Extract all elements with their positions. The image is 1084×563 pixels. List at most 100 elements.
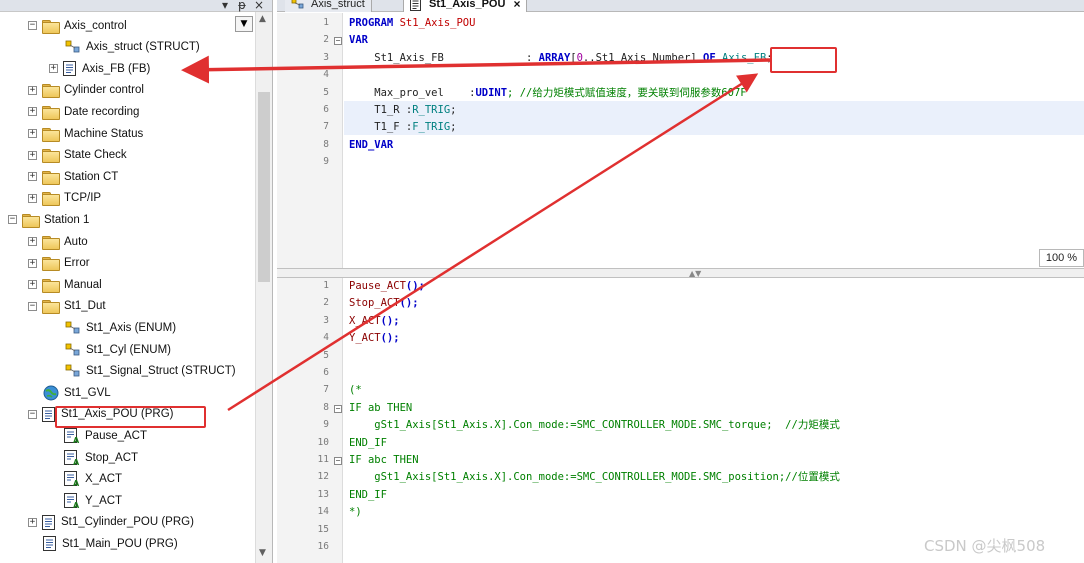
code-token: PROGRAM [349,17,400,29]
tree-item-label: Axis_control [64,19,127,32]
scroll-down-icon[interactable]: ▼ [259,548,266,558]
tree-item-date-recording[interactable]: + Date recording [28,101,139,122]
expand-icon[interactable]: + [28,237,37,246]
expand-icon[interactable]: + [49,64,58,74]
code-line[interactable]: IF abc THEN [349,452,419,469]
watermark: CSDN @尖枫508 [924,537,1046,555]
tree-item-axis-fb-fb[interactable]: + Axis_FB (FB) [49,58,150,79]
code-line[interactable]: gSt1_Axis[St1_Axis.X].Con_mode:=SMC_CONT… [349,469,840,486]
pane-dropdown-icon[interactable]: ▾ [222,0,228,12]
fold-toggle-icon[interactable]: − [334,37,342,46]
code-line[interactable]: Max_pro_vel :UDINT; //给力矩模式赋值速度，要关联到伺服参数… [349,85,747,102]
expand-icon[interactable]: + [28,172,37,182]
code-line[interactable]: END_VAR [349,137,393,154]
code-line[interactable]: *) [349,504,362,521]
collapse-icon[interactable]: − [8,215,17,225]
declaration-editor[interactable]: 1 2−3 4 5 6 7 8 9 PROGRAM St1_Axis_POU VAR St1_A… [277,13,1084,271]
fold-toggle-icon[interactable]: − [334,457,342,465]
tree-item-error[interactable]: + Error [28,253,90,274]
tree-scrollbar[interactable]: ▲ ▼ [255,12,272,563]
tree-item-state-check[interactable]: + State Check [28,145,127,166]
code-line[interactable]: Y_ACT(); [349,330,400,347]
tab-axis-struct[interactable]: Axis_struct [285,0,372,12]
tree-item-station-ct[interactable]: + Station CT [28,166,118,187]
code-line[interactable]: Stop_ACT(); [349,295,419,312]
expand-icon[interactable]: + [28,150,37,160]
tree-dropdown-button[interactable]: ▼ [235,16,253,32]
code-line[interactable]: T1_F :F_TRIG; [349,119,456,136]
expand-icon[interactable]: + [28,258,37,268]
tree-item-cylinder-control[interactable]: + Cylinder control [28,80,144,101]
code-line[interactable]: St1_Axis_FB : ARRAY[0..St1 Axis Number] … [349,50,772,67]
tree-item-y-act[interactable]: A Y_ACT [64,490,122,511]
tree-item-stop-act[interactable]: A Stop_ACT [64,447,138,468]
tree-item-machine-status[interactable]: + Machine Status [28,123,143,144]
expand-icon[interactable]: + [28,85,37,95]
code-token: IF abc THEN [349,454,419,466]
pane-close-icon[interactable]: × [254,0,264,12]
tree-item-pause-act[interactable]: A Pause_ACT [64,425,147,446]
tree-item-st1-dut[interactable]: − St1_Dut [28,296,106,317]
code-line[interactable]: gSt1_Axis[St1_Axis.X].Con_mode:=SMC_CONT… [349,417,840,434]
line-number: 3 [323,314,329,326]
expand-icon[interactable]: + [28,517,37,527]
tree-item-auto[interactable]: + Auto [28,231,88,252]
tree-item-st1-axis-enum[interactable]: St1_Axis (ENUM) [64,317,176,338]
tree-item-x-act[interactable]: A X_ACT [64,469,122,490]
code-token: ; //给力矩模式赋值速度，要关联到伺服参数607F [507,86,747,99]
line-number: 1 [323,17,329,28]
code-token: X_ACT [349,314,381,327]
tree-item-st1-main-pou-prg[interactable]: St1_Main_POU (PRG) [43,533,178,554]
line-number: 6 [323,367,329,378]
pin-icon[interactable]: ᵽ [238,0,246,12]
code-line[interactable]: VAR [349,32,368,49]
close-tab-icon[interactable]: × [513,0,520,11]
zoom-level[interactable]: 100 % [1039,249,1084,267]
tab-st1-axis-pou[interactable]: St1_Axis_POU × [403,0,528,12]
tab-label: St1_Axis_POU [429,0,506,10]
implementation-editor[interactable]: 1 2 3 4 5 6 7 8−9 10 11−12 13 14 15 16 Pause_ACT(); St… [277,278,1084,563]
line-number: 1 [323,280,329,291]
editor-splitter[interactable]: ▲▼ [277,268,1084,278]
code-line[interactable]: END_IF [349,487,387,504]
scroll-up-icon[interactable]: ▲ [259,14,266,24]
tree-item-tcp-ip[interactable]: + TCP/IP [28,188,101,209]
tree-item-st1-gvl[interactable]: St1_GVL [43,382,111,403]
expand-icon[interactable]: + [28,193,37,203]
code-token: Y_ACT [349,332,381,345]
folder-icon [42,170,60,185]
collapse-icon[interactable]: − [28,301,37,311]
dut-icon [291,0,304,8]
splitter-grip-icon[interactable]: ▲▼ [689,269,701,278]
tree-item-st1-cyl-enum[interactable]: St1_Cyl (ENUM) [64,339,171,360]
code-line[interactable]: PROGRAM St1_Axis_POU [349,15,475,32]
tree-item-manual[interactable]: + Manual [28,274,102,295]
folder-icon [42,105,60,120]
code-line[interactable]: Pause_ACT(); [349,278,425,295]
tree-scroll-thumb[interactable] [258,92,270,282]
folder-icon [42,192,60,207]
tree-item-label: St1_Cyl (ENUM) [86,343,171,356]
expand-icon[interactable]: + [28,107,37,117]
tree-item-axis-struct-struct[interactable]: Axis_struct (STRUCT) [64,37,200,58]
tree-item-station-1[interactable]: − Station 1 [8,209,89,230]
expand-icon[interactable]: + [28,280,37,290]
code-line[interactable]: END_IF [349,435,387,452]
code-line[interactable]: X_ACT(); [349,313,400,330]
tree-item-label: St1_Axis (ENUM) [86,321,177,334]
line-number: 7 [323,121,329,133]
fold-toggle-icon[interactable]: − [334,404,342,413]
code-line[interactable]: (* [349,382,362,399]
code-line[interactable]: T1_R :R_TRIG; [349,102,456,119]
collapse-icon[interactable]: − [28,21,37,30]
code-token: ; [450,104,457,116]
code-token: UDINT [475,86,508,99]
tree-item-axis-control[interactable]: − Axis_control [28,15,127,36]
tree-item-st1-signal-struct-struct[interactable]: St1_Signal_Struct (STRUCT) [64,361,236,382]
code-line[interactable]: IF ab THEN [349,400,412,417]
collapse-icon[interactable]: − [28,409,37,419]
tree-item-label: Y_ACT [85,494,123,507]
expand-icon[interactable]: + [28,129,37,138]
action-icon: A [64,471,80,487]
tree-item-st1-cylinder-pou-prg[interactable]: + St1_Cylinder_POU (PRG) [28,512,194,533]
